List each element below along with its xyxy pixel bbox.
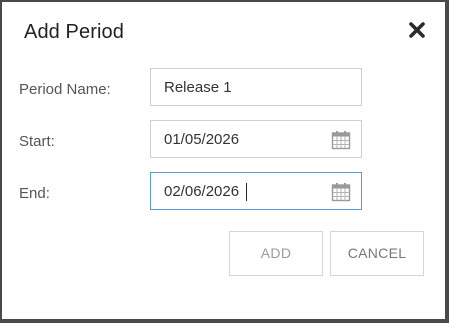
start-label: Start: <box>19 133 55 150</box>
add-period-dialog: Add Period Period Name: Start: End: <box>2 2 445 319</box>
end-label: End: <box>19 185 50 202</box>
end-date-field[interactable] <box>150 172 362 210</box>
close-icon[interactable] <box>406 19 428 41</box>
period-name-input[interactable] <box>151 69 361 105</box>
start-date-field[interactable] <box>150 120 362 158</box>
period-name-field[interactable] <box>150 68 362 106</box>
calendar-icon[interactable] <box>331 182 351 202</box>
dialog-title: Add Period <box>24 21 124 43</box>
add-button[interactable]: ADD <box>229 231 323 276</box>
cancel-button[interactable]: CANCEL <box>330 231 424 276</box>
text-cursor <box>246 183 247 201</box>
start-date-input[interactable] <box>151 121 361 157</box>
calendar-icon[interactable] <box>331 130 351 150</box>
period-name-label: Period Name: <box>19 81 111 98</box>
end-date-input[interactable] <box>151 173 361 209</box>
